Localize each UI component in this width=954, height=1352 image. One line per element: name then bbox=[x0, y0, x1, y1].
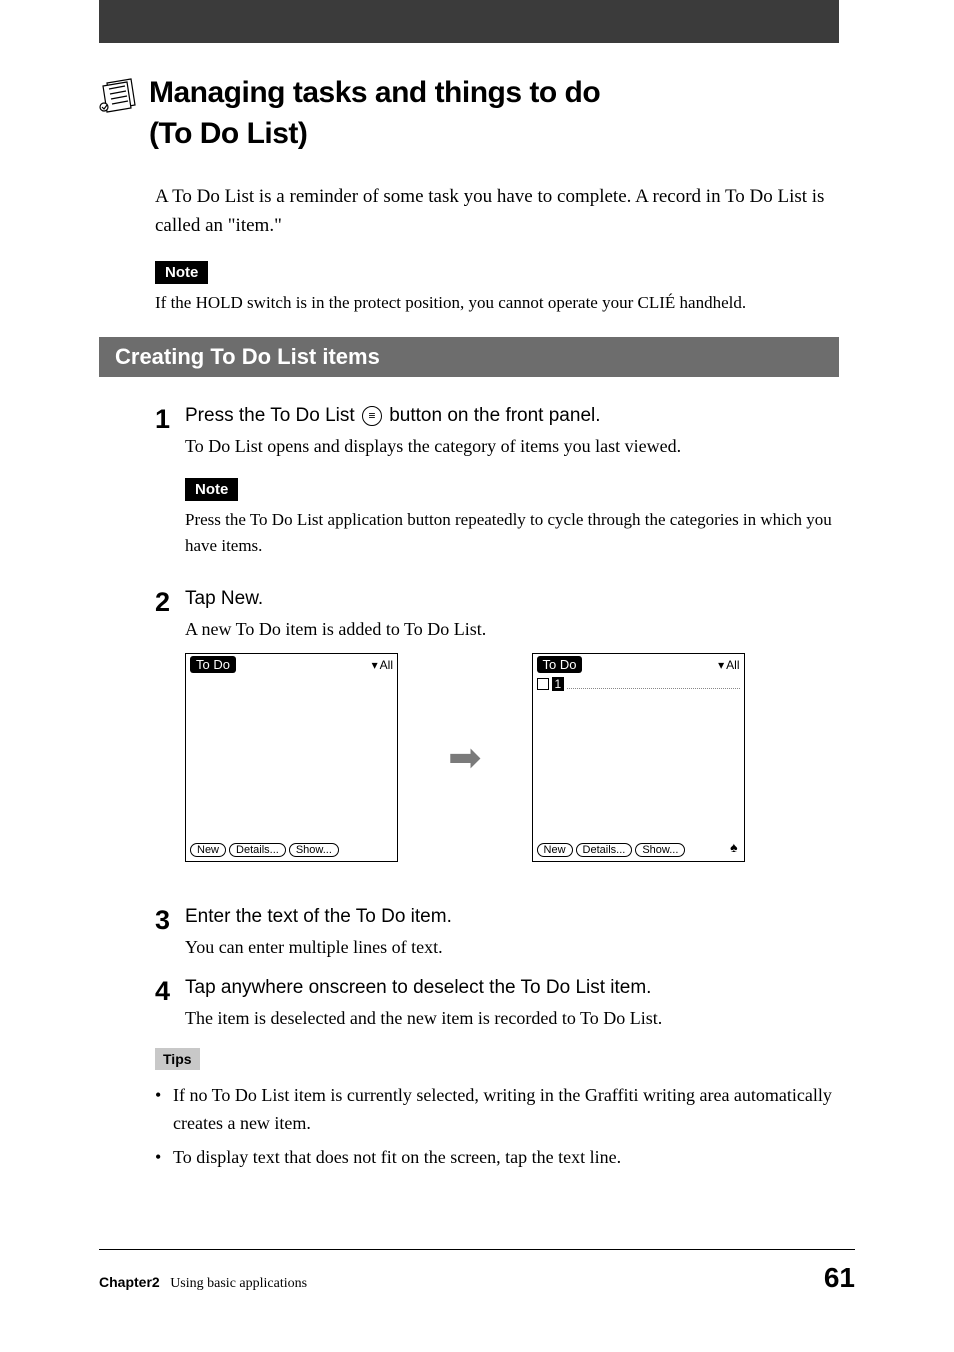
new-todo-item: 1 bbox=[537, 677, 740, 691]
note-label: Note bbox=[185, 478, 238, 501]
chapter-label: Chapter2 bbox=[99, 1274, 160, 1290]
main-title-block: Managing tasks and things to do (To Do L… bbox=[99, 73, 839, 154]
step-title: Tap anywhere onscreen to deselect the To… bbox=[185, 977, 839, 999]
category-value: All bbox=[726, 658, 739, 672]
category-dropdown: ▾ All bbox=[372, 658, 393, 672]
header-bar bbox=[99, 0, 839, 43]
step-number: 1 bbox=[155, 405, 185, 572]
step-4: 4 Tap anywhere onscreen to deselect the … bbox=[155, 977, 839, 1032]
step-body: Tap anywhere onscreen to deselect the To… bbox=[185, 977, 839, 1032]
step-number: 2 bbox=[155, 588, 185, 890]
step-title-after: button on the front panel. bbox=[384, 405, 601, 426]
arrow-right-icon: ➡ bbox=[448, 734, 482, 781]
todo-app-icon bbox=[99, 77, 139, 113]
inner-note-box: Note bbox=[185, 478, 839, 501]
screen-tab: To Do bbox=[537, 656, 583, 673]
step-title-before: Press the To Do List bbox=[185, 405, 360, 426]
new-button: New bbox=[190, 843, 226, 857]
page-title: Managing tasks and things to do (To Do L… bbox=[149, 73, 600, 154]
step-number: 4 bbox=[155, 977, 185, 1032]
tip-item: To display text that does not fit on the… bbox=[155, 1144, 839, 1172]
tips-label: Tips bbox=[155, 1048, 200, 1070]
show-button: Show... bbox=[289, 843, 339, 857]
section-heading: Creating To Do List items bbox=[99, 337, 839, 377]
note-box-1: Note bbox=[155, 261, 839, 284]
step-desc: To Do List opens and displays the catego… bbox=[185, 433, 839, 460]
page-content: Managing tasks and things to do (To Do L… bbox=[99, 73, 839, 1178]
category-value: All bbox=[380, 658, 393, 672]
step-body: Press the To Do List button on the front… bbox=[185, 405, 839, 572]
step-1: 1 Press the To Do List button on the fro… bbox=[155, 405, 839, 572]
category-dropdown: ▾ All bbox=[718, 658, 739, 672]
footer-chapter-info: Chapter2 Using basic applications bbox=[99, 1274, 307, 1292]
chapter-subtitle: Using basic applications bbox=[170, 1276, 307, 1291]
step-desc: The item is deselected and the new item … bbox=[185, 1005, 839, 1032]
page-number: 61 bbox=[824, 1262, 855, 1294]
step-title: Tap New. bbox=[185, 588, 839, 610]
screen-header: To Do ▾ All bbox=[186, 654, 397, 675]
new-button: New bbox=[537, 843, 573, 857]
step-3: 3 Enter the text of the To Do item. You … bbox=[155, 906, 839, 961]
screen-tab: To Do bbox=[190, 656, 236, 673]
screen-footer: New Details... Show... bbox=[190, 843, 339, 857]
step-desc: You can enter multiple lines of text. bbox=[185, 934, 839, 961]
show-button: Show... bbox=[635, 843, 685, 857]
inner-note-text: Press the To Do List application button … bbox=[185, 507, 839, 558]
step-title: Enter the text of the To Do item. bbox=[185, 906, 839, 928]
screenshot-row: To Do ▾ All New Details... Show... ➡ To … bbox=[185, 653, 839, 862]
title-line-2: (To Do List) bbox=[149, 117, 307, 150]
step-body: Tap New. A new To Do item is added to To… bbox=[185, 588, 839, 890]
details-button: Details... bbox=[229, 843, 286, 857]
note-text-1: If the HOLD switch is in the protect pos… bbox=[155, 290, 839, 316]
step-list: 1 Press the To Do List button on the fro… bbox=[155, 405, 839, 1032]
todo-button-icon bbox=[362, 406, 382, 426]
checkbox-icon bbox=[537, 678, 549, 690]
details-button: Details... bbox=[576, 843, 633, 857]
screen-header: To Do ▾ All bbox=[533, 654, 744, 675]
step-2: 2 Tap New. A new To Do item is added to … bbox=[155, 588, 839, 890]
tips-list: If no To Do List item is currently selec… bbox=[155, 1082, 839, 1172]
priority-badge: 1 bbox=[552, 677, 565, 691]
page-footer: Chapter2 Using basic applications 61 bbox=[99, 1249, 855, 1294]
title-line-1: Managing tasks and things to do bbox=[149, 76, 600, 109]
tip-item: If no To Do List item is currently selec… bbox=[155, 1082, 839, 1138]
intro-paragraph: A To Do List is a reminder of some task … bbox=[155, 182, 839, 241]
screen-footer: New Details... Show... bbox=[537, 843, 686, 857]
note-label: Note bbox=[155, 261, 208, 284]
step-desc: A new To Do item is added to To Do List. bbox=[185, 616, 839, 643]
step-number: 3 bbox=[155, 906, 185, 961]
step-body: Enter the text of the To Do item. You ca… bbox=[185, 906, 839, 961]
screenshot-after: To Do ▾ All 1 New Details... Show... bbox=[532, 653, 745, 862]
text-input-line bbox=[567, 679, 739, 689]
scroll-up-icon: ♠ bbox=[730, 841, 737, 857]
screenshot-before: To Do ▾ All New Details... Show... bbox=[185, 653, 398, 862]
step-title: Press the To Do List button on the front… bbox=[185, 405, 839, 427]
